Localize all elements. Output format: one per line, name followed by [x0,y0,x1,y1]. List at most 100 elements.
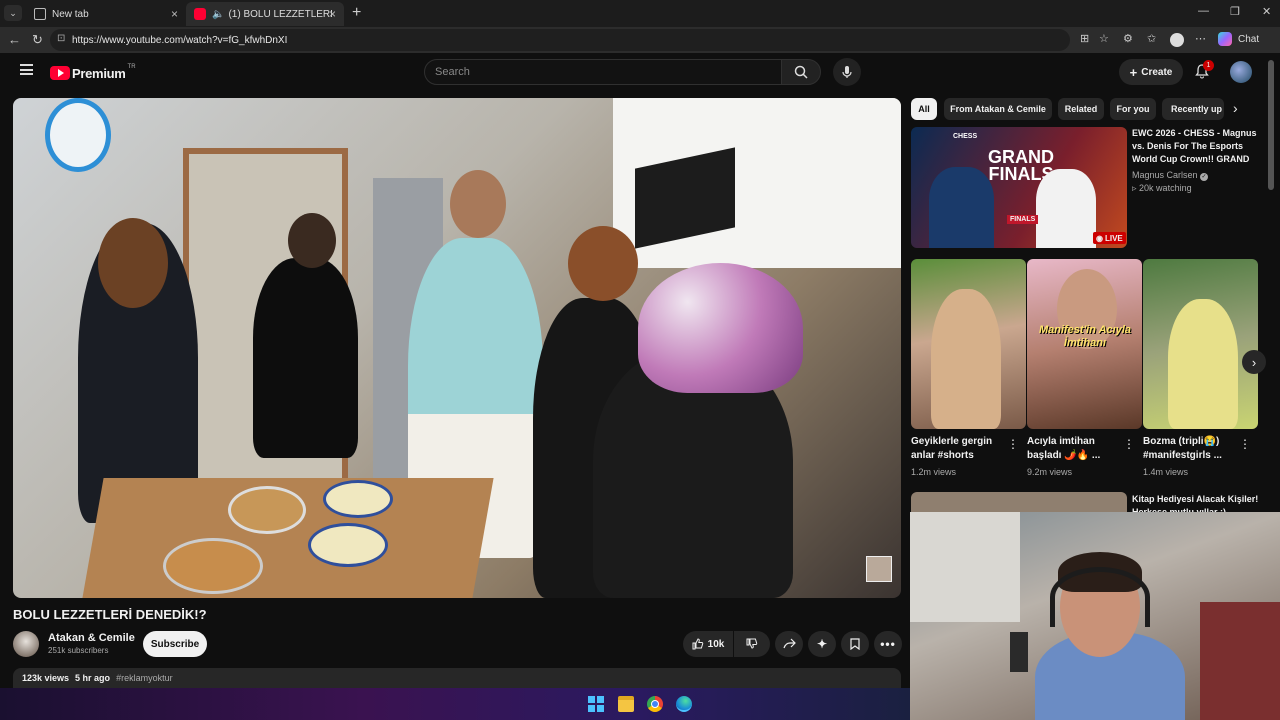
search-button[interactable] [781,59,821,85]
live-badge: ◉ LIVE [1093,232,1126,244]
next-video-thumbnail[interactable] [911,492,1127,512]
webcam-shelf [1200,602,1280,720]
url-field[interactable]: ⊡ https://www.youtube.com/watch?v=fG_kfw… [50,29,1070,51]
tab-list-button[interactable]: ⌄ [4,5,22,21]
browser-tab-bar: ⌄ New tab × 🔈 (1) BOLU LEZZETLERİ DENEDİ… [0,0,1280,27]
like-button[interactable]: 10k [683,631,733,657]
new-tab-button[interactable]: + [352,4,361,22]
new-tab-icon [34,8,46,20]
short-thumbnail[interactable]: Manifest'in Acıyla İmtihanı [1027,259,1142,429]
site-info-icon[interactable]: ⊡ [57,33,65,44]
os-taskbar [0,688,910,720]
thumbs-up-icon [692,638,703,650]
channel-name[interactable]: Atakan & Cemile [48,632,135,644]
person-curly-head [568,226,638,301]
person-black-shirt-head [288,213,336,268]
favorites-icon[interactable]: ✩ [1147,32,1156,45]
short-thumb-text: Manifest'in Acıyla İmtihanı [1038,324,1132,349]
youtube-header: Premium TR Search + Create 1 [0,53,1280,93]
short-thumbnail[interactable] [1143,259,1258,429]
short-title[interactable]: Acıyla imtihan başladı 🌶️🔥 ... [1027,435,1117,463]
shorts-next-button[interactable]: › [1242,350,1266,374]
video-player[interactable] [13,98,901,598]
notifications-button[interactable]: 1 [1194,60,1214,81]
wall-clock [45,98,111,172]
featured-thumbnail[interactable]: CHESS GRAND FINALS FINALS ◉ LIVE [911,127,1127,248]
chip-for-you[interactable]: For you [1110,98,1156,120]
person-blue-shirt-head [450,170,506,238]
featured-channel[interactable]: Magnus Carlsen ✓ [1132,170,1209,181]
account-avatar[interactable] [1230,61,1252,83]
notification-badge: 1 [1203,60,1214,71]
featured-channel-name: Magnus Carlsen [1132,170,1198,180]
player-figure [929,167,994,248]
windows-start-icon[interactable] [588,696,604,712]
player-figure [1036,169,1096,248]
youtube-play-icon [50,66,70,80]
short-person [1168,299,1238,429]
extension-icon[interactable]: ⚙ [1123,32,1133,45]
minimize-icon[interactable]: — [1198,5,1209,17]
search-placeholder: Search [435,66,470,78]
share-button[interactable] [775,631,803,657]
next-video-title[interactable]: Kitap Hediyesi Alacak Kişiler! Herkese m… [1132,493,1262,512]
more-actions-button[interactable]: ••• [874,631,902,657]
tab-new-tab[interactable]: New tab × [26,2,186,26]
close-tab-icon[interactable]: × [171,7,178,21]
reload-icon[interactable]: ↻ [32,32,43,48]
tab-label: New tab [52,8,89,20]
short-menu-icon[interactable]: ⋮ [1239,437,1251,451]
close-tab-icon[interactable]: × [329,7,336,21]
person-left-head [98,218,168,308]
thumb-sub: FINALS [1007,215,1039,224]
subscribe-button[interactable]: Subscribe [143,631,207,657]
file-explorer-icon[interactable] [618,696,634,712]
live-icon: ◉ [1096,233,1103,243]
create-button[interactable]: + Create [1119,59,1183,85]
ask-ai-button[interactable]: ✦ [808,631,836,657]
description-box[interactable]: 123k views 5 hr ago #reklamyoktur [13,668,901,688]
plus-icon: + [1129,64,1138,80]
dislike-button[interactable] [734,631,770,657]
tab-youtube-video[interactable]: 🔈 (1) BOLU LEZZETLERİ DENEDİK!? × [186,2,344,26]
copilot-icon[interactable] [1218,32,1232,46]
short-title[interactable]: Bozma (tripli😭) #manifestgirls ... [1143,435,1235,463]
profile-avatar[interactable] [1170,33,1184,47]
back-arrow-icon[interactable]: ← [8,32,21,47]
channel-avatar[interactable] [13,631,39,657]
chip-recently-uploaded[interactable]: Recently up [1162,98,1224,120]
featured-title[interactable]: EWC 2026 - CHESS - Magnus vs. Denis For … [1132,127,1258,169]
speaker-icon[interactable]: 🔈 [212,9,224,20]
youtube-logo[interactable]: Premium TR [50,64,136,82]
hashtag-link[interactable]: #reklamyoktur [116,673,173,683]
favorite-star-icon[interactable]: ☆ [1099,32,1109,45]
featured-watching: ▹ 20k watching [1132,183,1192,194]
address-bar-row: ← ↻ ⊡ https://www.youtube.com/watch?v=fG… [0,27,1280,53]
chrome-icon[interactable] [647,696,663,712]
app-available-icon[interactable]: ⊞ [1080,32,1089,45]
edge-icon[interactable] [676,696,692,712]
short-thumbnail[interactable] [911,259,1026,429]
chip-related[interactable]: Related [1058,98,1104,120]
video-watermark[interactable] [866,556,892,582]
chevron-right-icon[interactable]: › [1233,100,1238,116]
short-menu-icon[interactable]: ⋮ [1007,437,1019,451]
voice-search-button[interactable] [833,58,861,86]
restore-icon[interactable]: ❐ [1230,5,1240,18]
youtube-favicon-icon [194,8,206,20]
short-person [931,289,1001,429]
more-icon[interactable]: ⋯ [1195,32,1206,45]
short-menu-icon[interactable]: ⋮ [1123,437,1135,451]
menu-icon[interactable] [20,64,33,75]
chip-from-channel[interactable]: From Atakan & Cemile [944,98,1052,120]
chat-label[interactable]: Chat [1238,34,1259,45]
short-title[interactable]: Geyiklerle gergin anlar #shorts [911,435,1001,463]
save-button[interactable] [841,631,869,657]
subscriber-count: 251k subscribers [48,646,109,655]
chip-all[interactable]: All [911,98,937,120]
search-icon [794,65,808,79]
window-close-icon[interactable]: ✕ [1262,5,1271,18]
search-input[interactable]: Search [424,59,782,85]
page-scrollbar[interactable] [1268,60,1274,190]
watching-count: 20k watching [1139,183,1192,193]
